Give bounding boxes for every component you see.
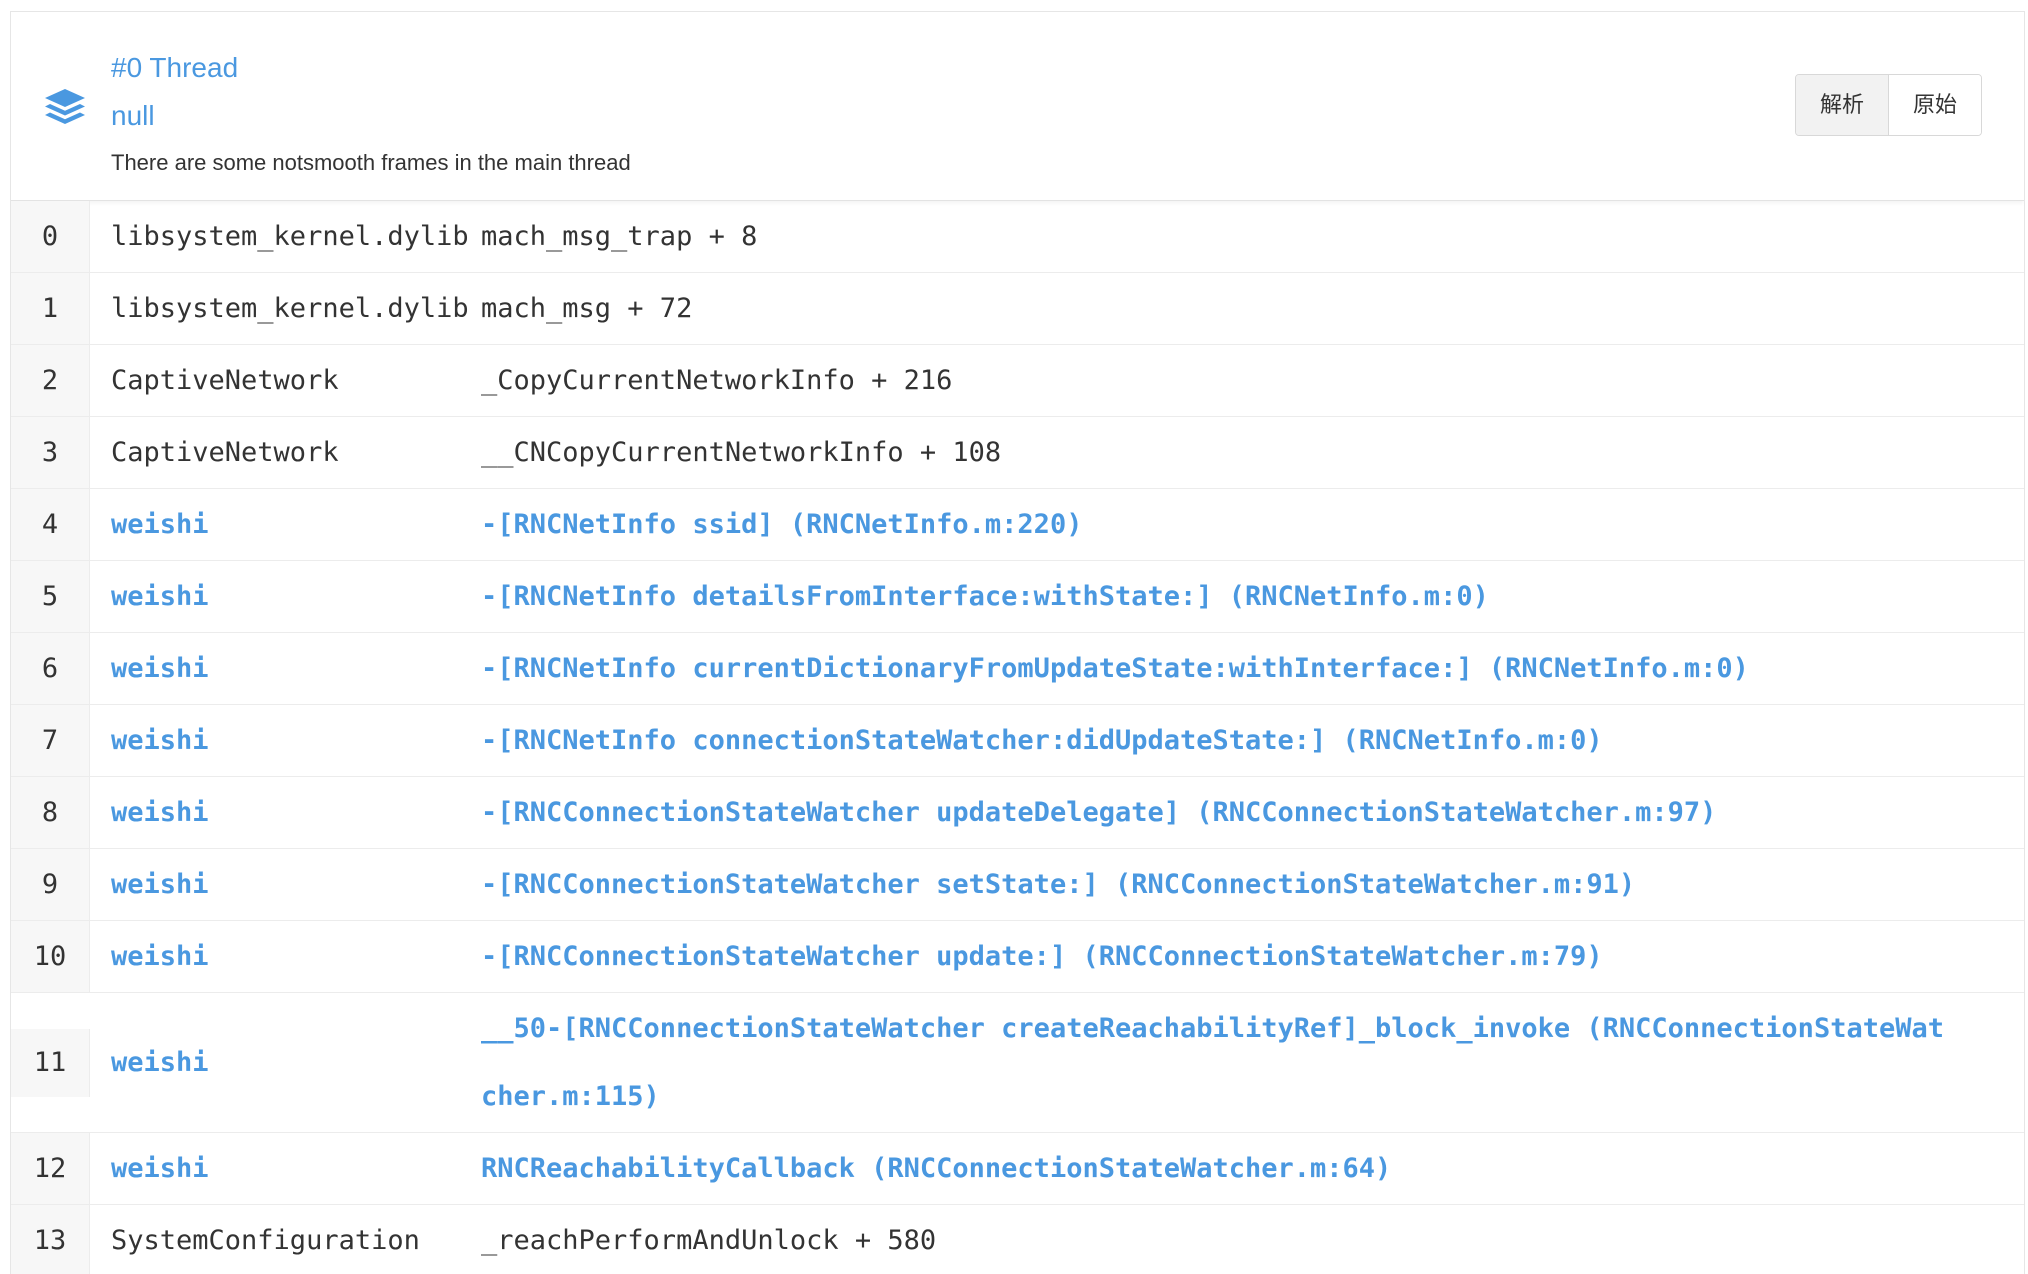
- frame-symbol: __CNCopyCurrentNetworkInfo + 108: [481, 437, 1002, 468]
- frame-library: weishi: [111, 653, 209, 684]
- stack-frame-row: 11 weishi __50-[RNCConnectionStateWatcher …: [11, 993, 2024, 1133]
- stack-frame-list: 0 libsystem_kernel.dylib mach_msg_trap + 8…: [11, 201, 2024, 1274]
- frame-library: weishi: [111, 941, 209, 972]
- stack-frame-row: 4 weishi -[RNCNetInfo ssid] (RNCNetInfo.m:…: [11, 489, 2024, 561]
- frame-symbol: -[RNCNetInfo currentDictionaryFromUpdate…: [481, 653, 1749, 684]
- frame-symbol: _CopyCurrentNetworkInfo + 216: [481, 365, 953, 396]
- stack-frame-row: 7 weishi -[RNCNetInfo connectionStateWatch…: [11, 705, 2024, 777]
- frame-symbol: -[RNCConnectionStateWatcher updateDelega…: [481, 797, 1717, 828]
- frame-library: weishi: [111, 509, 209, 540]
- frame-symbol: RNCReachabilityCallback (RNCConnectionSt…: [481, 1153, 1392, 1184]
- frame-symbol: _reachPerformAndUnlock + 580: [481, 1225, 937, 1256]
- frame-index: 10: [11, 921, 90, 992]
- thread-title: #0 Thread: [111, 52, 239, 83]
- frame-library: weishi: [111, 1047, 209, 1078]
- frame-symbol: mach_msg + 72: [481, 293, 693, 324]
- frame-index: 3: [11, 417, 90, 488]
- thread-header: #0 Thread null There are some notsmooth …: [11, 12, 2024, 201]
- frame-library: weishi: [111, 725, 209, 756]
- stack-frame-row: 9 weishi -[RNCConnectionStateWatcher setSt…: [11, 849, 2024, 921]
- stack-frame-row: 5 weishi -[RNCNetInfo detailsFromInterface…: [11, 561, 2024, 633]
- frame-index: 0: [11, 201, 90, 272]
- frame-index: 11: [11, 1028, 90, 1097]
- stack-frame-row: 13 SystemConfiguration _reachPerformAndUnl…: [11, 1205, 2024, 1274]
- thread-subtitle: null: [111, 100, 155, 131]
- stack-frame-row: 10 weishi -[RNCConnectionStateWatcher upda…: [11, 921, 2024, 993]
- frame-symbol: -[RNCNetInfo detailsFromInterface:withSt…: [481, 581, 1489, 612]
- stack-frame-row: 6 weishi -[RNCNetInfo currentDictionaryFro…: [11, 633, 2024, 705]
- frame-library: CaptiveNetwork: [111, 365, 339, 396]
- frame-library: libsystem_kernel.dylib: [111, 221, 469, 252]
- frame-index: 12: [11, 1133, 90, 1204]
- frame-index: 13: [11, 1205, 90, 1274]
- frame-symbol: -[RNCNetInfo ssid] (RNCNetInfo.m:220): [481, 509, 1083, 540]
- frame-library: SystemConfiguration: [111, 1225, 420, 1256]
- stack-frame-row: 8 weishi -[RNCConnectionStateWatcher updat…: [11, 777, 2024, 849]
- frame-library: weishi: [111, 1153, 209, 1184]
- raw-view-button[interactable]: 原始: [1888, 75, 1982, 135]
- frame-symbol: -[RNCConnectionStateWatcher update:] (RN…: [481, 941, 1603, 972]
- stack-frame-row: 0 libsystem_kernel.dylib mach_msg_trap + 8: [11, 201, 2024, 273]
- frame-index: 8: [11, 777, 90, 848]
- frame-index: 4: [11, 489, 90, 560]
- frame-index: 2: [11, 345, 90, 416]
- frame-index: 1: [11, 273, 90, 344]
- frame-library: libsystem_kernel.dylib: [111, 293, 469, 324]
- frame-library: weishi: [111, 581, 209, 612]
- stack-frame-row: 3 CaptiveNetwork __CNCopyCurrentNetworkInf…: [11, 417, 2024, 489]
- thread-panel: #0 Thread null There are some notsmooth …: [10, 11, 2025, 1274]
- thread-description: There are some notsmooth frames in the m…: [111, 150, 631, 175]
- view-toggle-group: 解析 原始: [1795, 74, 1983, 136]
- frame-symbol: -[RNCNetInfo connectionStateWatcher:didU…: [481, 725, 1603, 756]
- frame-symbol: mach_msg_trap + 8: [481, 221, 758, 252]
- frame-symbol: __50-[RNCConnectionStateWatcher createRe…: [481, 1012, 1944, 1112]
- frame-index: 6: [11, 633, 90, 704]
- stack-frame-row: 2 CaptiveNetwork _CopyCurrentNetworkInfo +…: [11, 345, 2024, 417]
- frame-index: 9: [11, 849, 90, 920]
- stack-frame-row: 1 libsystem_kernel.dylib mach_msg + 72: [11, 273, 2024, 345]
- layers-icon: [45, 89, 85, 124]
- frame-index: 5: [11, 561, 90, 632]
- frame-index: 7: [11, 705, 90, 776]
- frame-symbol: -[RNCConnectionStateWatcher setState:] (…: [481, 869, 1636, 900]
- frame-library: weishi: [111, 797, 209, 828]
- parsed-view-button[interactable]: 解析: [1796, 75, 1889, 135]
- frame-library: CaptiveNetwork: [111, 437, 339, 468]
- stack-frame-row: 12 weishi RNCReachabilityCallback (RNCConn…: [11, 1133, 2024, 1205]
- frame-library: weishi: [111, 869, 209, 900]
